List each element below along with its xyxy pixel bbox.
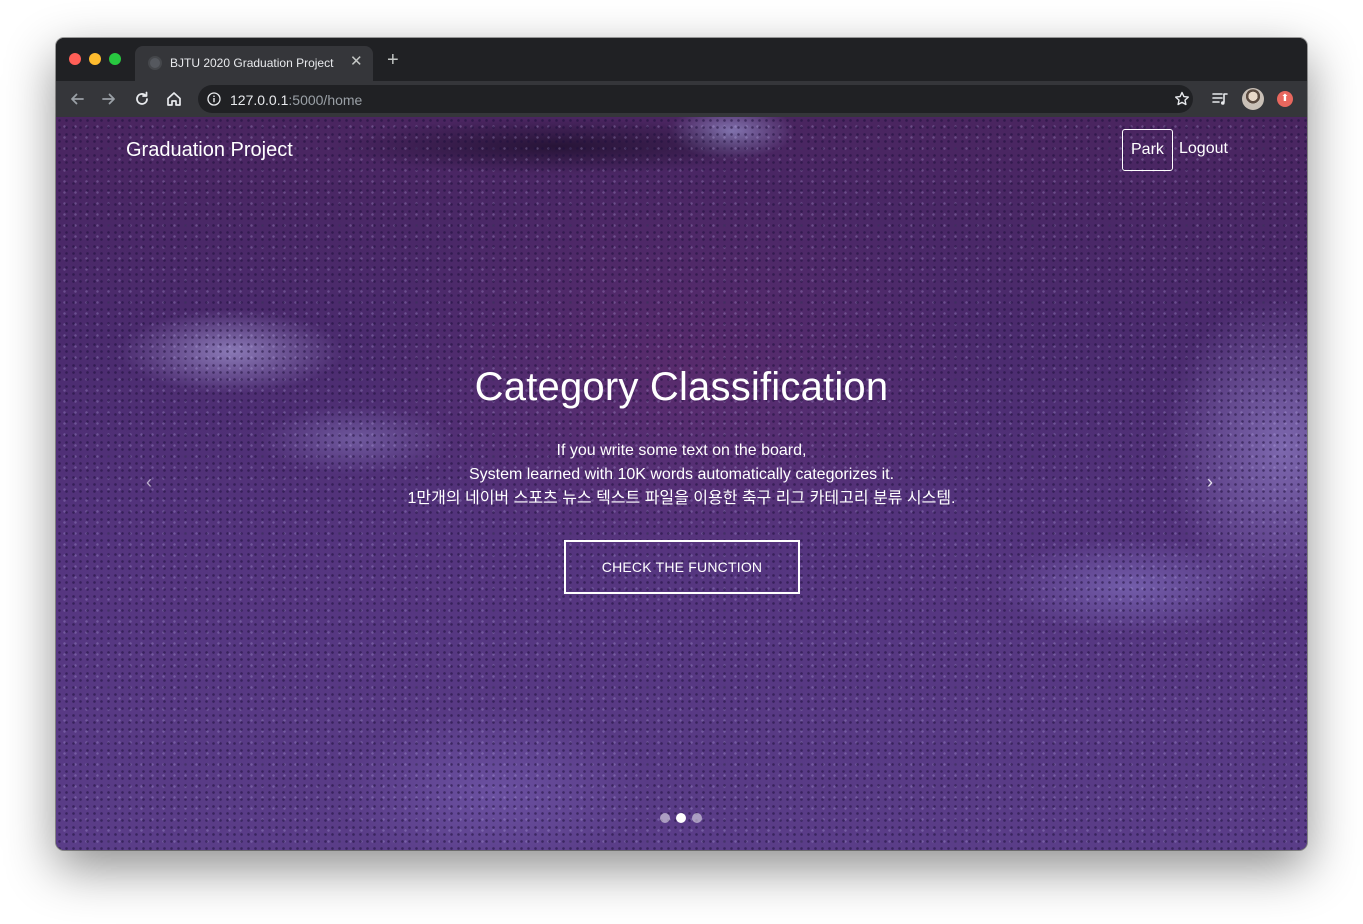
address-bar[interactable]: 127.0.0.1:5000/home — [198, 85, 1193, 113]
browser-window: BJTU 2020 Graduation Project ✕ + 127.0.0… — [56, 38, 1307, 850]
hero-carousel: Graduation Project Park Logout ‹ › Categ… — [56, 117, 1307, 850]
hero-title: Category Classification — [474, 365, 889, 409]
media-queue-icon[interactable] — [1211, 90, 1229, 108]
browser-tab[interactable]: BJTU 2020 Graduation Project ✕ — [135, 46, 373, 81]
carousel-indicator[interactable] — [676, 813, 686, 823]
forward-arrow-icon[interactable] — [100, 90, 118, 108]
maximize-window-button[interactable] — [109, 53, 121, 65]
navbar-brand[interactable]: Graduation Project — [126, 139, 293, 162]
tab-favicon-icon — [148, 56, 162, 70]
url-host: 127.0.0.1 — [230, 92, 289, 108]
home-icon[interactable] — [165, 90, 183, 108]
hero-line: 1만개의 네이버 스포츠 뉴스 텍스트 파일을 이용한 축구 리그 카테고리 분… — [407, 490, 956, 507]
tab-title: BJTU 2020 Graduation Project — [170, 56, 334, 70]
extension-icon[interactable]: ⬆ — [1277, 91, 1293, 107]
info-icon[interactable] — [207, 92, 221, 106]
star-icon[interactable] — [1173, 90, 1191, 108]
tab-bar: BJTU 2020 Graduation Project ✕ + — [56, 38, 1307, 81]
profile-avatar[interactable] — [1242, 88, 1264, 110]
hero-line: System learned with 10K words automatica… — [468, 466, 895, 483]
back-arrow-icon[interactable] — [68, 90, 86, 108]
new-tab-button[interactable]: + — [387, 50, 399, 70]
nav-user-link[interactable]: Park — [1122, 129, 1173, 171]
check-function-button[interactable]: CHECK THE FUNCTION — [564, 540, 800, 594]
hero-line: If you write some text on the board, — [556, 442, 807, 459]
url-path: :5000/home — [288, 92, 363, 108]
nav-logout-link[interactable]: Logout — [1179, 140, 1228, 158]
tab-close-icon[interactable]: ✕ — [350, 54, 363, 70]
reload-icon[interactable] — [133, 90, 151, 108]
browser-toolbar: 127.0.0.1:5000/home ⬆ — [56, 81, 1307, 117]
hero-description: If you write some text on the board, Sys… — [56, 439, 1307, 511]
close-window-button[interactable] — [69, 53, 81, 65]
carousel-indicator[interactable] — [692, 813, 702, 823]
carousel-indicator[interactable] — [660, 813, 670, 823]
minimize-window-button[interactable] — [89, 53, 101, 65]
url-text[interactable]: 127.0.0.1:5000/home — [230, 92, 362, 108]
